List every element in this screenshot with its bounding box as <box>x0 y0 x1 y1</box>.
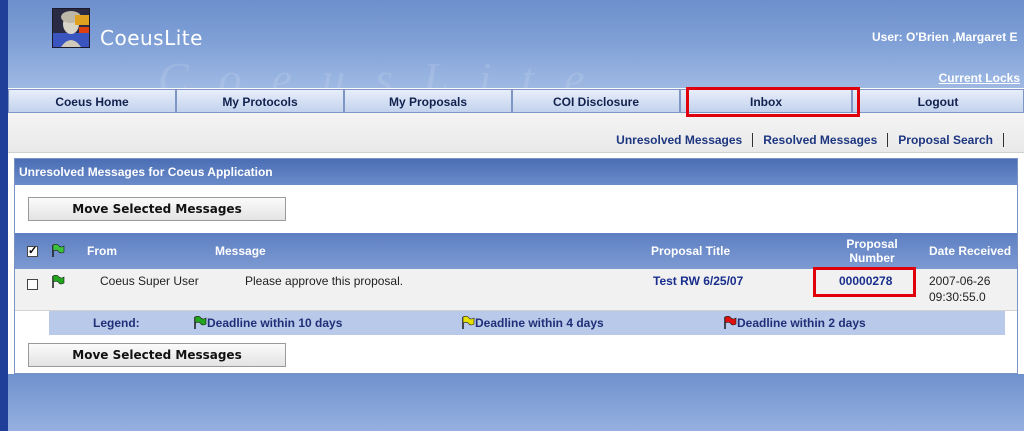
sub-nav-separator <box>887 133 889 147</box>
yellow-flag-icon <box>462 316 475 329</box>
header-from[interactable]: From <box>87 233 117 269</box>
green-flag-icon <box>194 316 207 329</box>
tab-coeus-home[interactable]: Coeus Home <box>8 89 176 113</box>
legend-text-4-days: Deadline within 4 days <box>475 316 604 330</box>
table-row[interactable]: Coeus Super User Please approve this pro… <box>15 269 1017 311</box>
unresolved-messages-link[interactable]: Unresolved Messages <box>616 133 742 147</box>
user-label: User: O'Brien ,Margaret E <box>872 30 1018 44</box>
logo-bust-icon <box>53 9 89 47</box>
tab-inbox[interactable]: Inbox <box>680 89 852 113</box>
tab-my-proposals[interactable]: My Proposals <box>344 89 512 113</box>
left-edge-bar <box>0 0 8 431</box>
page-background-bottom <box>8 374 1024 431</box>
current-locks-link[interactable]: Current Locks <box>939 71 1020 85</box>
tab-my-protocols[interactable]: My Protocols <box>176 89 344 113</box>
messages-table-header: From Message Proposal Title Proposal Num… <box>15 233 1017 269</box>
legend-item-2-days: Deadline within 2 days <box>723 316 866 330</box>
green-flag-icon <box>52 275 65 288</box>
header-proposal-number-line1: Proposal <box>846 237 898 251</box>
header-message[interactable]: Message <box>215 233 266 269</box>
row-date-received-line2: 09:30:55.0 <box>929 290 986 304</box>
messages-panel: Unresolved Messages for Coeus Applicatio… <box>14 158 1018 374</box>
app-name: CoeusLite <box>100 26 203 50</box>
panel-title: Unresolved Messages for Coeus Applicatio… <box>15 159 1017 185</box>
row-message[interactable]: Please approve this proposal. <box>245 274 403 288</box>
legend-label: Legend: <box>93 316 140 330</box>
proposal-search-link[interactable]: Proposal Search <box>898 133 993 147</box>
flag-header-cell <box>51 233 65 269</box>
header-proposal-title[interactable]: Proposal Title <box>651 233 730 269</box>
header-watermark: CoeusLite <box>158 53 615 88</box>
legend-item-10-days: Deadline within 10 days <box>193 316 342 330</box>
select-all-cell <box>27 233 38 269</box>
coeus-logo <box>52 8 90 48</box>
sub-nav-links: Unresolved Messages Resolved Messages Pr… <box>616 133 1014 147</box>
row-date-received-line1: 2007-06-26 <box>929 274 991 288</box>
row-checkbox[interactable] <box>27 279 38 290</box>
select-all-checkbox[interactable] <box>27 244 38 257</box>
red-flag-icon <box>724 316 737 329</box>
legend-text-2-days: Deadline within 2 days <box>737 316 866 330</box>
header-proposal-number-line2: Number <box>849 251 895 265</box>
legend-text-10-days: Deadline within 10 days <box>207 316 343 330</box>
app-root: CoeusLite CoeusLite User: O'Brien ,Marga… <box>0 0 1024 431</box>
main-nav: Coeus Home My Protocols My Proposals COI… <box>8 89 1024 113</box>
resolved-messages-link[interactable]: Resolved Messages <box>763 133 877 147</box>
tab-logout[interactable]: Logout <box>852 89 1024 113</box>
move-selected-messages-button[interactable]: Move Selected Messages <box>28 197 286 221</box>
row-proposal-number-link[interactable]: 00000278 <box>839 274 892 288</box>
app-header: CoeusLite CoeusLite User: O'Brien ,Marga… <box>8 0 1024 88</box>
sub-nav: Unresolved Messages Resolved Messages Pr… <box>8 113 1024 153</box>
sub-nav-separator <box>752 133 754 147</box>
green-flag-icon <box>52 244 65 257</box>
sub-nav-separator <box>1003 133 1004 147</box>
header-date-received[interactable]: Date Received <box>929 233 1011 269</box>
row-from: Coeus Super User <box>100 274 199 288</box>
row-proposal-title-link[interactable]: Test RW 6/25/07 <box>653 274 743 288</box>
legend-bar: Legend: Deadline within 10 days Deadline… <box>49 311 1005 335</box>
move-selected-messages-button-bottom[interactable]: Move Selected Messages <box>28 343 286 367</box>
tab-coi-disclosure[interactable]: COI Disclosure <box>512 89 680 113</box>
header-proposal-number[interactable]: Proposal Number <box>827 233 917 269</box>
legend-item-4-days: Deadline within 4 days <box>461 316 604 330</box>
